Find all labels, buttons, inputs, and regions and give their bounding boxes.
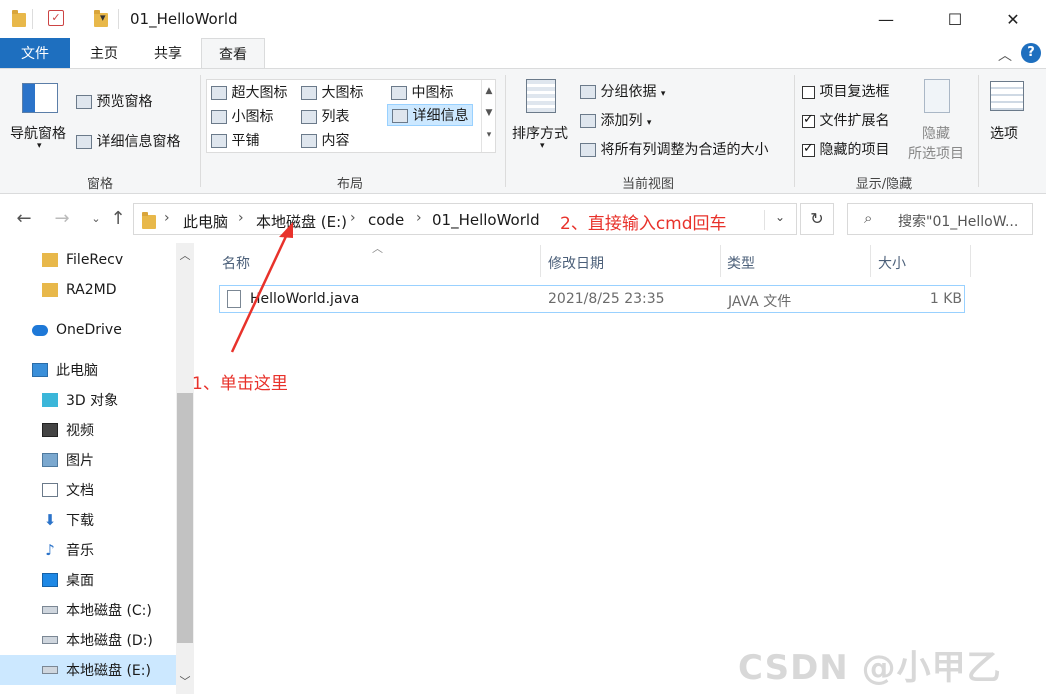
watermark: CSDN @小甲乙: [738, 648, 1002, 688]
annotation-step1: 1、单击这里: [192, 374, 288, 394]
annotation-arrow: [230, 222, 293, 353]
arrow-head: [279, 222, 293, 238]
arrow-line: [230, 231, 290, 353]
